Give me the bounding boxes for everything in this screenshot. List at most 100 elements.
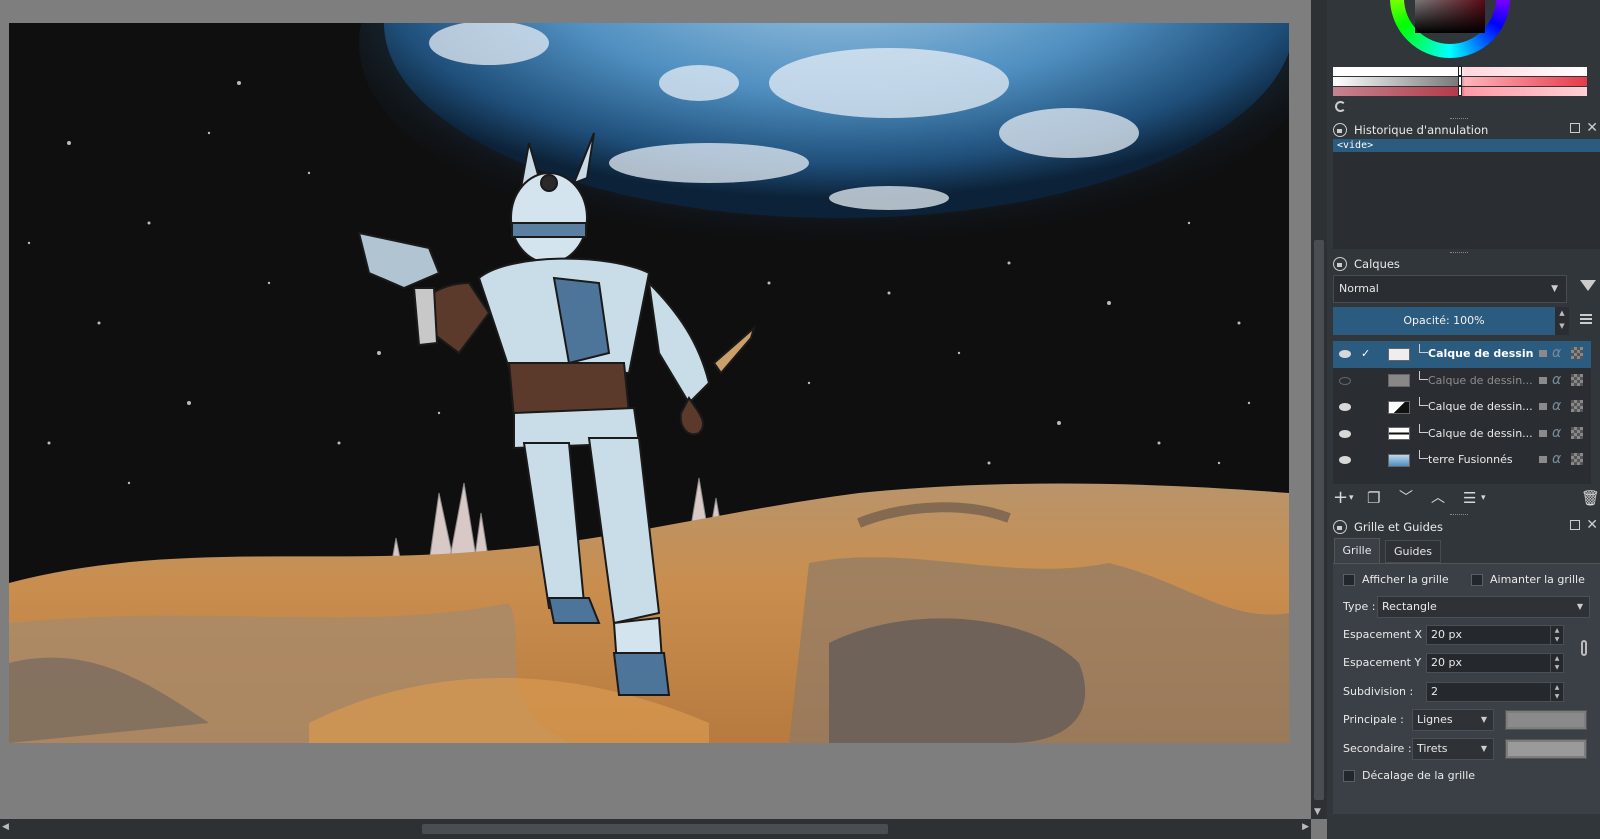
snap-grid-checkbox[interactable] (1471, 574, 1483, 586)
layer-list[interactable]: ✓ Calque de dessin... α Calque de dessin… (1333, 341, 1591, 484)
main-line-color-swatch[interactable] (1505, 710, 1587, 730)
slider-marker[interactable] (1458, 86, 1462, 96)
scroll-down-arrow-icon[interactable]: ▼ (1314, 807, 1321, 817)
type-label: Type : (1343, 600, 1376, 613)
grid-offset-checkbox[interactable] (1343, 770, 1355, 782)
spacing-y-label: Espacement Y : (1343, 656, 1429, 669)
layer-name[interactable]: Calque de dessin... (1428, 374, 1534, 387)
history-panel-title: Historique d'annulation (1354, 123, 1489, 137)
filter-icon[interactable] (1580, 280, 1596, 291)
slider-marker[interactable] (1458, 76, 1462, 86)
chevron-down-icon[interactable]: ▾ (1481, 487, 1486, 509)
inherit-alpha-icon[interactable] (1571, 453, 1583, 465)
lock-icon[interactable] (1539, 403, 1547, 410)
layer-row[interactable]: Calque de dessin... α (1333, 394, 1591, 421)
grid-panel-title: Grille et Guides (1354, 520, 1443, 534)
move-layer-up-icon[interactable]: ︿ (1431, 487, 1445, 509)
artwork-canvas[interactable] (9, 23, 1289, 743)
snap-grid-label: Aimanter la grille (1490, 573, 1585, 586)
layer-row[interactable]: Calque de dessin... α (1333, 421, 1591, 448)
chevron-down-icon: ▼ (1480, 715, 1487, 724)
refresh-icon[interactable] (1335, 101, 1346, 112)
link-chain-icon[interactable] (1581, 640, 1587, 656)
eye-icon[interactable] (1339, 456, 1351, 465)
secondary-line-style-select[interactable]: Tirets ▼ (1412, 738, 1494, 760)
layer-name[interactable]: Calque de dessin... (1428, 400, 1534, 413)
grid-type-value: Rectangle (1382, 600, 1437, 613)
layer-name[interactable]: Calque de dessin... (1428, 427, 1534, 440)
slider-marker[interactable] (1458, 66, 1462, 76)
layer-thumbnail (1388, 427, 1410, 441)
inherit-alpha-icon[interactable] (1571, 400, 1583, 412)
lock-icon[interactable] (1333, 257, 1347, 271)
layer-row[interactable]: Calque de dessin... α (1333, 368, 1591, 395)
close-icon[interactable]: ✕ (1586, 120, 1598, 136)
lock-icon[interactable] (1539, 429, 1547, 437)
inherit-alpha-icon[interactable] (1571, 426, 1583, 439)
main-line-style-select[interactable]: Lignes ▼ (1412, 709, 1494, 731)
color-slider-3[interactable] (1333, 86, 1587, 96)
inherit-alpha-icon[interactable] (1571, 373, 1583, 386)
spacing-y-input[interactable]: 20 px ▲ ▼ (1426, 653, 1564, 673)
layer-properties-icon[interactable]: ☰ (1463, 487, 1476, 509)
alpha-lock-icon[interactable]: α (1552, 372, 1561, 388)
spinner-arrows[interactable]: ▲ ▼ (1550, 683, 1563, 701)
lock-icon[interactable] (1539, 456, 1547, 463)
opacity-spinner[interactable]: ▲ ▼ (1555, 307, 1569, 335)
horizontal-scrollbar[interactable]: ◀ ▶ (0, 819, 1311, 839)
show-grid-checkbox[interactable] (1343, 574, 1355, 586)
check-icon[interactable]: ✓ (1361, 348, 1371, 359)
eye-icon[interactable] (1339, 403, 1351, 412)
eye-icon[interactable] (1339, 429, 1351, 438)
lock-icon[interactable] (1333, 520, 1347, 534)
close-icon[interactable]: ✕ (1586, 517, 1598, 533)
color-saturation-square[interactable] (1415, 0, 1485, 33)
float-panel-icon[interactable] (1570, 123, 1580, 133)
paint-layer-icon (1419, 344, 1428, 353)
spinner-arrows[interactable]: ▲ ▼ (1550, 654, 1563, 672)
history-list[interactable]: <vide> (1333, 139, 1600, 249)
menu-icon[interactable] (1580, 314, 1592, 324)
scroll-right-arrow-icon[interactable]: ▶ (1302, 822, 1309, 832)
tab-guides[interactable]: Guides (1385, 540, 1441, 563)
chevron-down-icon: ▼ (1576, 602, 1583, 611)
blend-mode-select[interactable]: Normal ▼ (1333, 275, 1567, 303)
tab-grid[interactable]: Grille (1334, 538, 1380, 563)
layer-row[interactable]: terre Fusionnés α (1333, 447, 1591, 474)
chevron-down-icon[interactable]: ▾ (1349, 487, 1354, 509)
move-layer-down-icon[interactable]: ﹀ (1399, 487, 1413, 509)
color-slider-2[interactable] (1333, 76, 1587, 86)
vertical-scrollbar[interactable]: ▼ (1311, 0, 1327, 819)
opacity-slider[interactable]: Opacité: 100% (1333, 307, 1555, 335)
eye-icon[interactable] (1339, 350, 1351, 359)
lock-icon[interactable] (1539, 350, 1547, 357)
delete-layer-icon[interactable]: 🗑 (1581, 487, 1600, 509)
alpha-lock-icon[interactable]: α (1552, 398, 1561, 414)
vertical-scrollbar-thumb[interactable] (1314, 240, 1324, 800)
alpha-lock-icon[interactable]: α (1552, 345, 1561, 361)
layer-row[interactable]: ✓ Calque de dessin... α (1333, 341, 1591, 368)
alpha-lock-icon[interactable]: α (1552, 451, 1561, 467)
horizontal-scrollbar-thumb[interactable] (422, 824, 888, 834)
layer-name[interactable]: Calque de dessin... (1428, 347, 1534, 360)
add-layer-icon[interactable]: + (1333, 487, 1348, 509)
duplicate-layer-icon[interactable]: ❐ (1367, 487, 1380, 509)
history-item[interactable]: <vide> (1333, 139, 1600, 152)
blend-mode-value: Normal (1339, 282, 1379, 295)
color-slider-1[interactable] (1333, 66, 1587, 76)
color-wheel[interactable] (1390, 0, 1510, 58)
eye-hidden-icon[interactable] (1339, 376, 1351, 385)
lock-icon[interactable] (1539, 376, 1547, 384)
canvas-area[interactable] (0, 0, 1311, 819)
float-panel-icon[interactable] (1570, 520, 1580, 530)
alpha-lock-icon[interactable]: α (1552, 425, 1561, 441)
inherit-alpha-icon[interactable] (1571, 347, 1583, 359)
spacing-x-input[interactable]: 20 px ▲ ▼ (1426, 625, 1564, 645)
subdivision-input[interactable]: 2 ▲ ▼ (1426, 682, 1564, 702)
secondary-line-color-swatch[interactable] (1505, 739, 1587, 759)
spinner-arrows[interactable]: ▲ ▼ (1550, 626, 1563, 644)
layer-name[interactable]: terre Fusionnés (1428, 453, 1534, 466)
lock-icon[interactable] (1333, 123, 1347, 137)
scroll-left-arrow-icon[interactable]: ◀ (2, 822, 9, 832)
grid-type-select[interactable]: Rectangle ▼ (1377, 596, 1590, 618)
